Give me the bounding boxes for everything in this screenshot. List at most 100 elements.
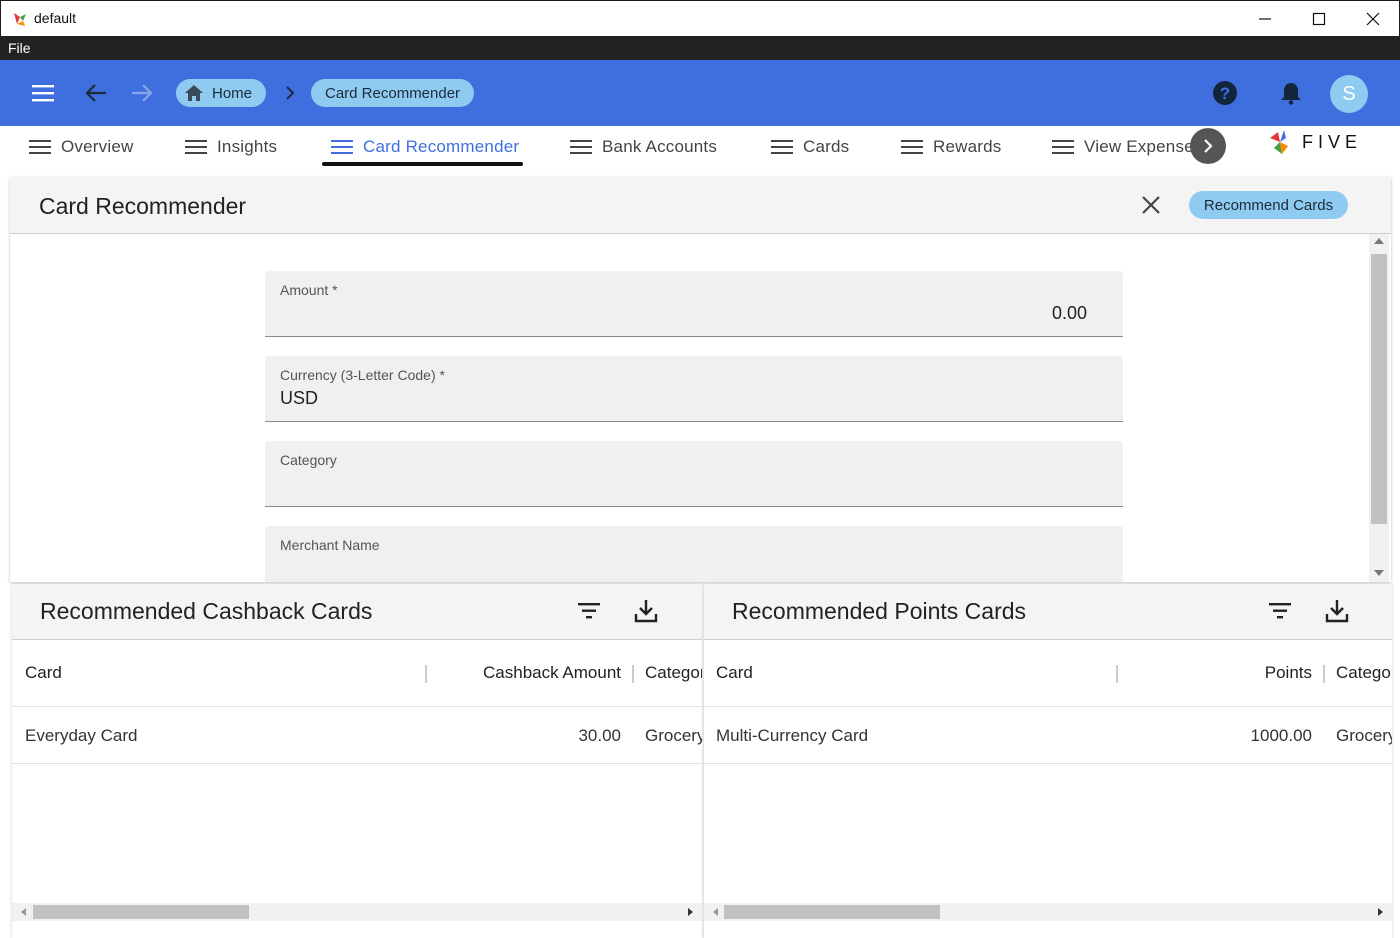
tab-view-expenses[interactable]: View Expenses <box>1052 126 1203 168</box>
column-header-cashback-amount[interactable]: Cashback Amount <box>483 663 621 683</box>
close-icon[interactable] <box>1138 192 1164 218</box>
tab-scroll-right-button[interactable] <box>1190 128 1226 164</box>
column-separator[interactable] <box>1323 665 1325 683</box>
column-separator[interactable] <box>1116 665 1118 683</box>
list-icon <box>331 140 353 154</box>
menu-file[interactable]: File <box>8 40 31 56</box>
breadcrumb-current[interactable]: Card Recommender <box>311 79 475 107</box>
user-avatar[interactable]: S <box>1330 75 1368 113</box>
recommend-cards-button[interactable]: Recommend Cards <box>1189 191 1348 219</box>
column-header-card[interactable]: Card <box>716 663 753 683</box>
scroll-down-arrow-icon[interactable] <box>1374 570 1384 576</box>
menu-icon <box>32 85 54 102</box>
breadcrumb-home-label: Home <box>212 84 253 102</box>
currency-field[interactable]: Currency (3-Letter Code) * USD <box>265 356 1123 422</box>
five-logo: FIVE <box>1270 130 1362 154</box>
amount-label: Amount * <box>280 282 338 298</box>
maximize-button[interactable] <box>1291 1 1347 37</box>
currency-value: USD <box>280 388 319 408</box>
download-icon[interactable] <box>1324 598 1350 624</box>
window-titlebar: default <box>0 0 1400 36</box>
app-header: Home Card Recommender ? S <box>0 60 1400 126</box>
cell-category: Grocery <box>645 726 702 745</box>
maximize-icon <box>1312 12 1326 26</box>
tab-label: Rewards <box>933 137 1002 156</box>
minimize-button[interactable] <box>1237 1 1293 37</box>
cashback-horizontal-scrollbar[interactable] <box>12 903 702 921</box>
points-horizontal-scrollbar[interactable] <box>704 903 1392 921</box>
tab-label: Card Recommender <box>363 137 520 156</box>
column-separator[interactable] <box>632 665 634 683</box>
cashback-cards-panel: Recommended Cashback Cards Card Cashback… <box>12 584 702 938</box>
back-arrow-icon <box>85 84 106 102</box>
svg-text:?: ? <box>1220 84 1230 103</box>
tab-rewards[interactable]: Rewards <box>901 126 1001 168</box>
close-icon <box>1366 12 1380 26</box>
points-column-headers: Card Points Categor <box>704 641 1392 707</box>
amount-field[interactable]: Amount * 0.00 <box>265 271 1123 337</box>
tab-bank-accounts[interactable]: Bank Accounts <box>570 126 717 168</box>
form-title: Card Recommender <box>39 193 247 219</box>
notifications-button[interactable] <box>1273 75 1309 111</box>
scroll-up-arrow-icon[interactable] <box>1374 238 1384 244</box>
cell-category: Grocery <box>1336 726 1392 745</box>
tab-insights[interactable]: Insights <box>185 126 277 168</box>
menubar: File <box>0 36 1400 60</box>
form-scrollbar[interactable] <box>1369 234 1389 582</box>
cell-card: Everyday Card <box>25 726 138 745</box>
cell-cashback-amount: 30.00 <box>578 726 621 745</box>
breadcrumb-home[interactable]: Home <box>176 79 267 107</box>
cashback-column-headers: Card Cashback Amount Categor <box>12 641 702 707</box>
help-button[interactable]: ? <box>1207 75 1243 111</box>
points-grid-title: Recommended Points Cards <box>732 598 1027 624</box>
scroll-right-arrow-icon[interactable] <box>688 908 693 916</box>
chevron-right-icon <box>1204 139 1213 153</box>
cashback-grid-title: Recommended Cashback Cards <box>40 598 373 624</box>
forward-arrow-icon <box>132 84 153 102</box>
tab-label: Bank Accounts <box>602 137 718 156</box>
back-button[interactable] <box>78 75 114 111</box>
tab-cards[interactable]: Cards <box>771 126 849 168</box>
list-icon <box>185 140 207 154</box>
close-window-button[interactable] <box>1345 1 1400 37</box>
tab-overview[interactable]: Overview <box>29 126 133 168</box>
category-label: Category <box>280 452 337 468</box>
help-icon: ? <box>1213 81 1237 105</box>
tab-label: Insights <box>217 137 278 156</box>
list-icon <box>29 140 51 154</box>
column-header-card[interactable]: Card <box>25 663 62 683</box>
list-icon <box>771 140 793 154</box>
active-tab-indicator <box>322 162 523 166</box>
table-row[interactable]: Multi-Currency Card 1000.00 Grocery <box>704 708 1392 764</box>
column-header-category[interactable]: Categor <box>645 663 702 683</box>
filter-icon[interactable] <box>576 598 602 624</box>
card-recommender-form: Card Recommender Recommend Cards Amount … <box>10 177 1391 582</box>
minimize-icon <box>1259 18 1271 20</box>
breadcrumb-current-label: Card Recommender <box>325 84 461 102</box>
merchant-name-field[interactable]: Merchant Name <box>265 526 1123 582</box>
scrollbar-thumb[interactable] <box>33 905 249 919</box>
cell-card: Multi-Currency Card <box>716 726 869 745</box>
column-header-points[interactable]: Points <box>1265 663 1312 683</box>
tab-label: View Expenses <box>1084 137 1203 156</box>
menu-button[interactable] <box>25 75 61 111</box>
filter-icon[interactable] <box>1267 598 1293 624</box>
home-icon <box>185 85 203 101</box>
category-field[interactable]: Category <box>265 441 1123 507</box>
scroll-right-arrow-icon[interactable] <box>1378 908 1383 916</box>
cell-points: 1000.00 <box>1250 726 1312 745</box>
download-icon[interactable] <box>633 598 659 624</box>
scrollbar-thumb[interactable] <box>724 905 940 919</box>
scrollbar-thumb[interactable] <box>1371 254 1387 524</box>
scroll-left-arrow-icon[interactable] <box>21 908 26 916</box>
table-row[interactable]: Everyday Card 30.00 Grocery <box>12 708 702 764</box>
list-icon <box>1052 140 1074 154</box>
column-separator[interactable] <box>425 665 427 683</box>
scroll-left-arrow-icon[interactable] <box>713 908 718 916</box>
forward-button[interactable] <box>124 75 160 111</box>
five-logo-text: FIVE <box>1302 132 1362 152</box>
tab-label: Overview <box>61 137 134 156</box>
tab-label: Cards <box>803 137 850 156</box>
column-header-category[interactable]: Categor <box>1336 663 1392 683</box>
merchant-name-label: Merchant Name <box>280 537 380 553</box>
